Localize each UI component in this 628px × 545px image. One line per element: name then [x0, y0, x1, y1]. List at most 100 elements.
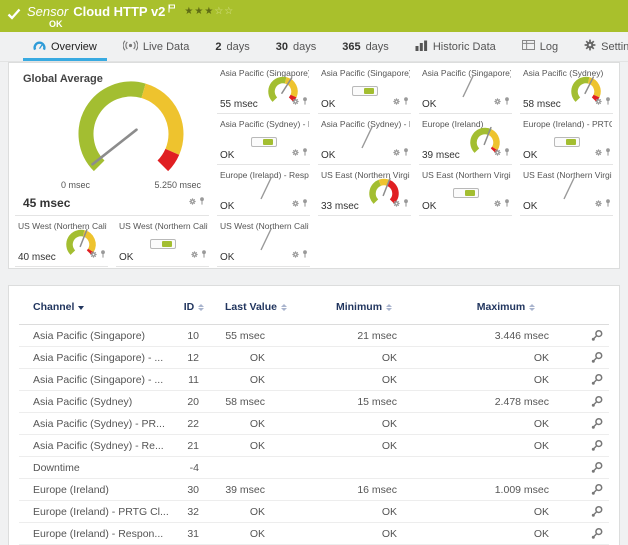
- tile-gear-icon[interactable]: [292, 194, 299, 212]
- tile-value: OK: [523, 150, 537, 161]
- channel-row[interactable]: Asia Pacific (Singapore) - ...12OKOKOK: [19, 347, 609, 369]
- channel-name-cell: Europe (Ireland) - PRTG Cl...: [19, 506, 171, 518]
- column-header-last[interactable]: Last Value: [217, 302, 295, 313]
- tile-title: US East (Northern Virginia) - ...: [422, 170, 511, 180]
- tile-gear-icon[interactable]: [595, 143, 602, 161]
- sensor-status-text: OK: [49, 19, 234, 30]
- channel-gauge-tile[interactable]: Asia Pacific (Singapore)55 msec: [217, 63, 310, 114]
- channel-settings-wrench-icon[interactable]: [579, 351, 615, 364]
- channel-settings-wrench-icon[interactable]: [579, 417, 615, 430]
- tab-live-data[interactable]: Live Data: [110, 32, 202, 61]
- tile-pin-icon[interactable]: [403, 194, 409, 212]
- tab-overview[interactable]: Overview: [20, 32, 110, 61]
- live-icon: [123, 40, 138, 54]
- tile-pin-icon[interactable]: [302, 92, 308, 110]
- gauge-scale-min: 0 msec: [61, 180, 90, 190]
- tab-settings[interactable]: Settings: [571, 32, 628, 61]
- flag-icon[interactable]: [168, 1, 176, 16]
- tile-pin-icon[interactable]: [199, 192, 205, 210]
- minimum-cell: 16 msec: [295, 484, 433, 496]
- tile-gear-icon[interactable]: [90, 245, 97, 263]
- channel-gauge-tile[interactable]: Europe (Ireland) - PRTG Cloud...OK: [520, 114, 613, 165]
- tile-title: Asia Pacific (Singapore) - PR...: [321, 68, 410, 78]
- channel-gauge-tile[interactable]: US West (Northern California)...OK: [217, 216, 310, 267]
- column-header-id[interactable]: ID: [171, 302, 217, 313]
- channel-settings-wrench-icon[interactable]: [579, 527, 615, 540]
- tile-gear-icon[interactable]: [393, 92, 400, 110]
- gauges-panel: Global Average0 msec5.250 msec45 msecAsi…: [8, 62, 620, 269]
- channel-row[interactable]: Europe (Ireland)3039 msec16 msec1.009 ms…: [19, 479, 609, 501]
- tile-value: 58 msec: [523, 99, 561, 110]
- tile-gear-icon[interactable]: [494, 194, 501, 212]
- column-header-max[interactable]: Maximum: [433, 302, 579, 313]
- channel-gauge-tile[interactable]: Europe (Ireland) - Response C...OK: [217, 165, 310, 216]
- tile-pin-icon[interactable]: [403, 92, 409, 110]
- tile-gear-icon[interactable]: [393, 194, 400, 212]
- channel-row[interactable]: Asia Pacific (Singapore)1055 msec21 msec…: [19, 325, 609, 347]
- tile-pin-icon[interactable]: [302, 245, 308, 263]
- tile-gear-icon[interactable]: [191, 245, 198, 263]
- ok-check-icon: [7, 7, 21, 25]
- tile-gear-icon[interactable]: [595, 194, 602, 212]
- tile-pin-icon[interactable]: [504, 194, 510, 212]
- channel-id-cell: 32: [171, 506, 217, 518]
- tile-pin-icon[interactable]: [302, 194, 308, 212]
- last-value-cell: OK: [217, 528, 295, 540]
- global-average-gauge-tile[interactable]: Global Average0 msec5.250 msec45 msec: [15, 63, 209, 216]
- channel-row[interactable]: Europe (Ireland) - PRTG Cl...32OKOKOK: [19, 501, 609, 523]
- tile-pin-icon[interactable]: [100, 245, 106, 263]
- tab-30-days[interactable]: 30days: [263, 32, 330, 61]
- channel-gauge-tile[interactable]: Asia Pacific (Singapore) - PR...OK: [318, 63, 411, 114]
- channel-id-cell: 10: [171, 330, 217, 342]
- channel-gauge-tile[interactable]: Asia Pacific (Singapore) - Res...OK: [419, 63, 512, 114]
- tab-365-days[interactable]: 365days: [329, 32, 402, 61]
- channel-id-cell: 11: [171, 374, 217, 386]
- channel-settings-wrench-icon[interactable]: [579, 461, 615, 474]
- tab-historic-data[interactable]: Historic Data: [402, 32, 509, 61]
- tile-pin-icon[interactable]: [403, 143, 409, 161]
- channel-settings-wrench-icon[interactable]: [579, 329, 615, 342]
- channel-row[interactable]: Downtime-4: [19, 457, 609, 479]
- channel-gauge-tile[interactable]: US West (Northern California)40 msec: [15, 216, 108, 267]
- tile-gear-icon[interactable]: [292, 92, 299, 110]
- tile-gear-icon[interactable]: [494, 143, 501, 161]
- tile-gear-icon[interactable]: [393, 143, 400, 161]
- channel-gauge-tile[interactable]: US East (Northern Virginia) - ...OK: [419, 165, 512, 216]
- minimum-cell: 21 msec: [295, 330, 433, 342]
- channel-gauge-tile[interactable]: Asia Pacific (Sydney) - Respo...OK: [318, 114, 411, 165]
- channel-settings-wrench-icon[interactable]: [579, 373, 615, 386]
- channel-gauge-tile[interactable]: US West (Northern California)...OK: [116, 216, 209, 267]
- channel-gauge-tile[interactable]: Asia Pacific (Sydney) - PRTG ...OK: [217, 114, 310, 165]
- tile-pin-icon[interactable]: [504, 92, 510, 110]
- tile-gear-icon[interactable]: [595, 92, 602, 110]
- channel-settings-wrench-icon[interactable]: [579, 439, 615, 452]
- channel-settings-wrench-icon[interactable]: [579, 395, 615, 408]
- tile-gear-icon[interactable]: [189, 192, 196, 210]
- tile-pin-icon[interactable]: [201, 245, 207, 263]
- tile-pin-icon[interactable]: [504, 143, 510, 161]
- channel-row[interactable]: Asia Pacific (Sydney) - Re...21OKOKOK: [19, 435, 609, 457]
- tile-pin-icon[interactable]: [605, 143, 611, 161]
- tile-pin-icon[interactable]: [605, 194, 611, 212]
- tile-gear-icon[interactable]: [292, 245, 299, 263]
- channel-settings-wrench-icon[interactable]: [579, 505, 615, 518]
- channel-row[interactable]: Asia Pacific (Singapore) - ...11OKOKOK: [19, 369, 609, 391]
- tile-gear-icon[interactable]: [292, 143, 299, 161]
- channel-gauge-tile[interactable]: US East (Northern Virginia)33 msec: [318, 165, 411, 216]
- channel-gauge-tile[interactable]: Asia Pacific (Sydney)58 msec: [520, 63, 613, 114]
- maximum-cell: OK: [433, 440, 579, 452]
- tile-pin-icon[interactable]: [302, 143, 308, 161]
- tile-pin-icon[interactable]: [605, 92, 611, 110]
- tab-2-days[interactable]: 2days: [202, 32, 262, 61]
- priority-stars[interactable]: ★★★☆☆: [184, 7, 234, 17]
- column-header-channel[interactable]: Channel: [19, 302, 171, 313]
- channel-row[interactable]: Asia Pacific (Sydney)2058 msec15 msec2.4…: [19, 391, 609, 413]
- tile-gear-icon[interactable]: [494, 92, 501, 110]
- channel-gauge-tile[interactable]: Europe (Ireland)39 msec: [419, 114, 512, 165]
- column-header-min[interactable]: Minimum: [295, 302, 433, 313]
- channel-row[interactable]: Asia Pacific (Sydney) - PR...22OKOKOK: [19, 413, 609, 435]
- tab-log[interactable]: Log: [509, 32, 571, 61]
- log-icon: [522, 40, 535, 53]
- channel-gauge-tile[interactable]: US East (Northern Virginia) - ...OK: [520, 165, 613, 216]
- channel-settings-wrench-icon[interactable]: [579, 483, 615, 496]
